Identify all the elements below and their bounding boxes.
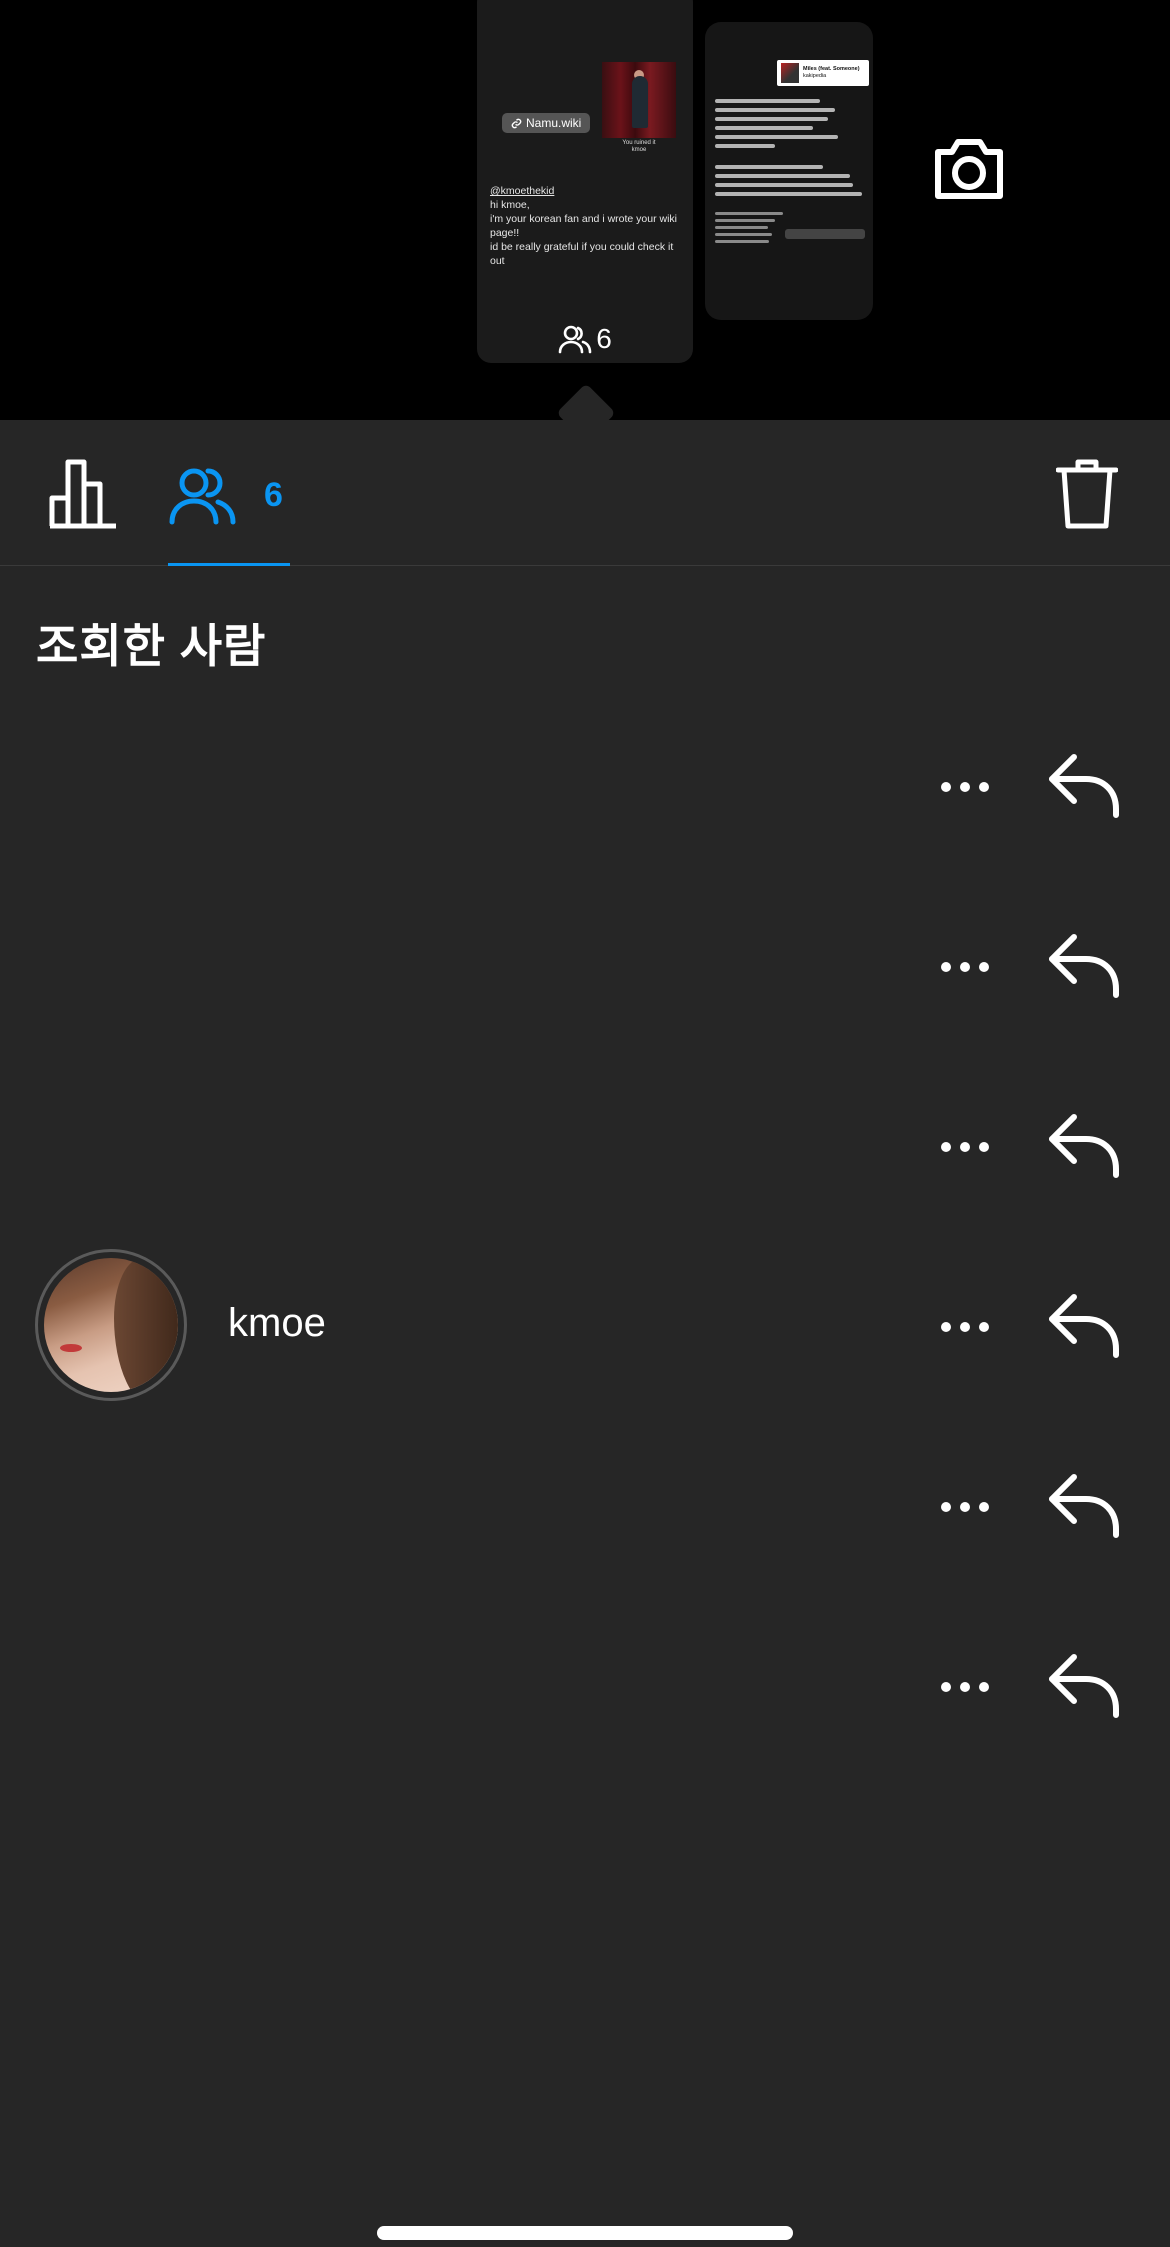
home-indicator bbox=[377, 2226, 793, 2240]
story-mention: @kmoethekid bbox=[490, 185, 555, 197]
story-text-line: i'm your korean fan and i wrote your wik… bbox=[490, 213, 678, 239]
photo-caption: You ruined it kmoe bbox=[602, 140, 676, 154]
story-text-line: id be really grateful if you could check… bbox=[490, 241, 674, 267]
viewer-username[interactable]: kmoe bbox=[228, 1301, 326, 1346]
story-preview-next[interactable]: Miles (feat. Someone) kakipedia bbox=[705, 22, 873, 320]
more-horizontal-icon[interactable] bbox=[938, 765, 992, 809]
photo-caption-artist: kmoe bbox=[631, 147, 647, 153]
side-link-pill bbox=[785, 229, 865, 239]
camera-icon[interactable] bbox=[930, 134, 1008, 204]
music-card-title: Miles (feat. Someone) bbox=[803, 66, 860, 72]
story-photo bbox=[602, 62, 676, 138]
reply-arrow-icon[interactable] bbox=[1048, 1291, 1124, 1361]
reply-arrow-icon[interactable] bbox=[1048, 1651, 1124, 1721]
viewer-row[interactable] bbox=[0, 1057, 1170, 1237]
reply-arrow-icon[interactable] bbox=[1048, 931, 1124, 1001]
bar-chart-icon[interactable] bbox=[48, 458, 120, 530]
story-text-line: hi kmoe, bbox=[490, 199, 530, 211]
reply-arrow-icon[interactable] bbox=[1048, 751, 1124, 821]
more-horizontal-icon[interactable] bbox=[938, 1665, 992, 1709]
story-preview-current[interactable]: Namu.wiki You ruined it kmoe @kmoethekid… bbox=[477, 0, 693, 363]
viewer-row[interactable]: kmoe bbox=[0, 1237, 1170, 1417]
link-icon bbox=[511, 118, 522, 128]
music-thumb bbox=[781, 63, 799, 83]
reply-arrow-icon[interactable] bbox=[1048, 1471, 1124, 1541]
more-horizontal-icon[interactable] bbox=[938, 1125, 992, 1169]
more-horizontal-icon[interactable] bbox=[938, 1485, 992, 1529]
music-card: Miles (feat. Someone) kakipedia bbox=[777, 60, 869, 86]
viewer-row[interactable] bbox=[0, 1597, 1170, 1777]
viewer-row[interactable] bbox=[0, 697, 1170, 877]
more-horizontal-icon[interactable] bbox=[938, 1305, 992, 1349]
viewer-sheet-tabbar: 6 bbox=[0, 420, 1170, 566]
side-text-lines bbox=[715, 94, 865, 247]
tab-viewers[interactable]: 6 bbox=[168, 462, 283, 528]
trash-icon[interactable] bbox=[1056, 458, 1118, 530]
link-sticker-label: Namu.wiki bbox=[526, 116, 582, 130]
avatar[interactable] bbox=[35, 1249, 187, 1401]
people-icon bbox=[558, 325, 592, 354]
viewer-row[interactable] bbox=[0, 1417, 1170, 1597]
people-icon bbox=[169, 468, 236, 525]
link-sticker[interactable]: Namu.wiki bbox=[502, 113, 591, 133]
viewers-count: 6 bbox=[264, 475, 283, 514]
story-viewer-count: 6 bbox=[596, 323, 612, 354]
story-preview-area: Namu.wiki You ruined it kmoe @kmoethekid… bbox=[0, 0, 1170, 420]
section-title: 조회한 사람 bbox=[36, 620, 267, 672]
active-tab-indicator bbox=[168, 563, 290, 566]
music-card-sub: kakipedia bbox=[803, 73, 827, 79]
more-horizontal-icon[interactable] bbox=[938, 945, 992, 989]
viewer-row[interactable] bbox=[0, 877, 1170, 1057]
story-viewer-badge: 6 bbox=[477, 323, 693, 355]
story-text: @kmoethekid hi kmoe, i'm your korean fan… bbox=[490, 184, 690, 268]
photo-caption-title: You ruined it bbox=[622, 140, 656, 146]
reply-arrow-icon[interactable] bbox=[1048, 1111, 1124, 1181]
